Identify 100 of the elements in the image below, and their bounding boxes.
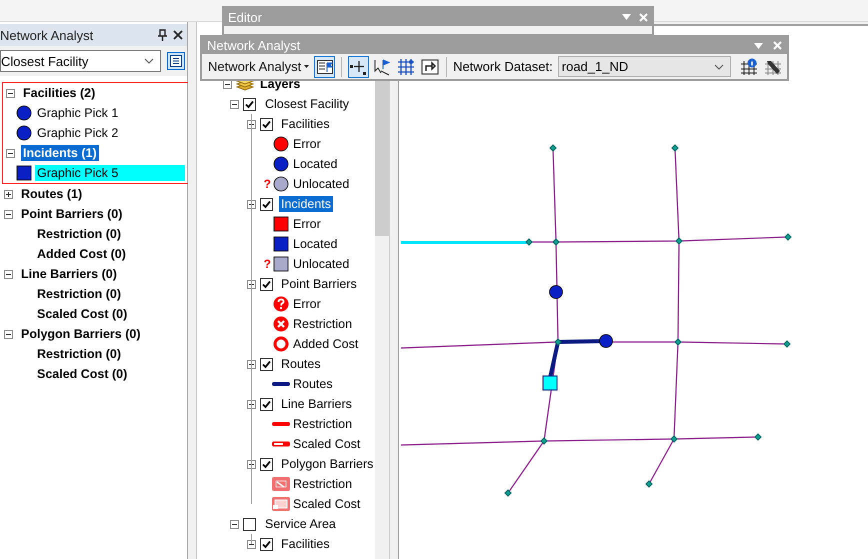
collapse-toggle[interactable] bbox=[4, 270, 13, 278]
junction-node bbox=[554, 338, 562, 346]
junction-node bbox=[549, 144, 557, 152]
collapse-toggle[interactable] bbox=[247, 120, 256, 128]
checkbox[interactable] bbox=[260, 358, 273, 370]
collapse-toggle[interactable] bbox=[4, 210, 13, 218]
arrow-flag-icon bbox=[373, 58, 392, 76]
junction-node bbox=[675, 237, 683, 245]
expand-toggle[interactable] bbox=[4, 190, 13, 198]
subclass-label[interactable]: Restriction (0) bbox=[0, 287, 122, 301]
legend-label: Unlocated bbox=[292, 256, 350, 272]
location-item[interactable]: Graphic Pick 5 bbox=[35, 165, 185, 181]
junction-node bbox=[645, 480, 653, 488]
collapse-toggle[interactable] bbox=[6, 88, 15, 98]
subclass-label[interactable]: Restriction (0) bbox=[0, 347, 122, 361]
pin-icon[interactable] bbox=[158, 29, 167, 41]
show-window-button[interactable] bbox=[167, 52, 185, 70]
legend-label: Restriction bbox=[292, 316, 354, 332]
junction-node bbox=[754, 433, 762, 441]
tool-button[interactable] bbox=[348, 56, 369, 78]
class-label[interactable]: Incidents (1) bbox=[21, 145, 99, 161]
layer-label[interactable]: Closest Facility bbox=[263, 96, 352, 112]
list-icon bbox=[170, 55, 182, 67]
layer-label[interactable]: Facilities bbox=[279, 536, 332, 552]
junction-node bbox=[784, 233, 792, 241]
subclass-label[interactable]: Restriction (0) bbox=[0, 227, 122, 241]
legend-label: Error bbox=[292, 136, 322, 152]
collapse-toggle[interactable] bbox=[247, 360, 256, 368]
dropdown-icon[interactable] bbox=[754, 42, 763, 48]
class-label[interactable]: Facilities (2) bbox=[21, 85, 98, 101]
circle-marker-icon bbox=[16, 105, 32, 121]
collapse-toggle[interactable] bbox=[230, 100, 239, 108]
dataset-label: Network Dataset: bbox=[453, 59, 553, 74]
chevron-down-icon bbox=[144, 58, 154, 64]
dropdown-icon[interactable] bbox=[622, 14, 631, 20]
caret-icon bbox=[304, 65, 310, 68]
question-mark: ? bbox=[262, 257, 271, 271]
checkbox[interactable] bbox=[243, 518, 256, 530]
network-dataset-dropdown[interactable]: road_1_ND bbox=[558, 56, 732, 77]
collapse-toggle[interactable] bbox=[247, 400, 256, 408]
checkbox[interactable] bbox=[260, 118, 273, 130]
collapse-toggle[interactable] bbox=[6, 148, 15, 158]
legend-label: Error bbox=[292, 296, 322, 312]
checkbox[interactable] bbox=[260, 278, 273, 290]
collapse-toggle[interactable] bbox=[247, 280, 256, 288]
checkbox[interactable] bbox=[260, 458, 273, 470]
junction-node bbox=[674, 338, 682, 346]
legend-label: Added Cost bbox=[292, 336, 360, 352]
collapse-toggle[interactable] bbox=[230, 520, 239, 528]
collapse-toggle[interactable] bbox=[247, 460, 256, 468]
incident-marker bbox=[542, 376, 558, 390]
legend-label: Routes bbox=[292, 376, 334, 392]
junction-node bbox=[552, 238, 560, 246]
legend-label: Restriction bbox=[292, 476, 354, 492]
class-label[interactable]: Point Barriers (0) bbox=[19, 206, 124, 222]
class-label[interactable]: Polygon Barriers (0) bbox=[19, 326, 142, 342]
checkbox[interactable] bbox=[243, 98, 256, 110]
class-label[interactable]: Line Barriers (0) bbox=[19, 266, 119, 282]
legend-label: Unlocated bbox=[292, 176, 350, 192]
circle-marker-icon bbox=[16, 125, 32, 141]
location-item[interactable]: Graphic Pick 2 bbox=[35, 125, 120, 141]
chevron-down-icon bbox=[714, 64, 724, 70]
facility-marker bbox=[549, 285, 563, 299]
checkbox[interactable] bbox=[260, 398, 273, 410]
legend-label: Restriction bbox=[292, 416, 354, 432]
layer-label[interactable]: Line Barriers bbox=[279, 396, 354, 412]
location-item[interactable]: Graphic Pick 1 bbox=[35, 105, 120, 121]
subclass-label[interactable]: Added Cost (0) bbox=[0, 247, 126, 261]
layer-label[interactable]: Service Area bbox=[263, 516, 338, 532]
layer-label[interactable]: Routes bbox=[279, 356, 323, 372]
legend-label: Scaled Cost bbox=[292, 436, 362, 452]
tool-button[interactable] bbox=[738, 56, 760, 78]
collapse-toggle[interactable] bbox=[247, 540, 256, 548]
layer-label[interactable]: Polygon Barriers bbox=[279, 456, 376, 472]
collapse-toggle[interactable] bbox=[223, 80, 232, 88]
network-analyst-menu[interactable]: Network Analyst bbox=[206, 59, 312, 74]
toolbar-title: Editor bbox=[228, 10, 263, 24]
layer-label[interactable]: Incidents bbox=[279, 196, 334, 212]
analysis-dropdown[interactable]: Closest Facility bbox=[0, 50, 162, 72]
junction-node bbox=[504, 489, 512, 497]
checkbox[interactable] bbox=[260, 538, 273, 550]
layers-label: Layers bbox=[259, 76, 302, 92]
legend-label: Located bbox=[292, 156, 338, 172]
legend-label: Located bbox=[292, 236, 338, 252]
collapse-toggle[interactable] bbox=[4, 330, 13, 338]
layer-label[interactable]: Facilities bbox=[279, 116, 332, 132]
subclass-label[interactable]: Scaled Cost (0) bbox=[0, 307, 128, 321]
layer-label[interactable]: Point Barriers bbox=[279, 276, 359, 292]
scrollbar-thumb[interactable] bbox=[375, 81, 390, 236]
facility-marker bbox=[599, 334, 613, 348]
legend-label: Error bbox=[292, 216, 322, 232]
junction-node bbox=[540, 437, 548, 445]
checkbox[interactable] bbox=[260, 198, 273, 210]
collapse-toggle[interactable] bbox=[247, 200, 256, 208]
subclass-label[interactable]: Scaled Cost (0) bbox=[0, 367, 128, 381]
square-marker-icon bbox=[16, 165, 32, 181]
tool-button[interactable] bbox=[314, 56, 335, 78]
question-mark: ? bbox=[262, 177, 271, 191]
class-label[interactable]: Routes (1) bbox=[19, 186, 84, 202]
close-icon[interactable] bbox=[173, 30, 183, 40]
